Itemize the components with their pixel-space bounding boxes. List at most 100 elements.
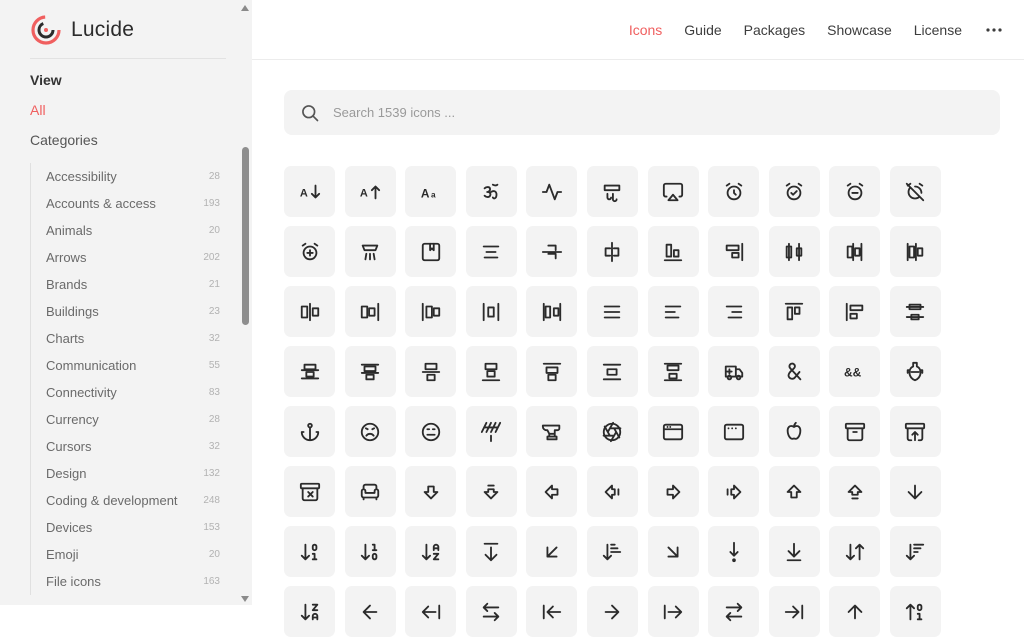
- nav-license[interactable]: License: [914, 22, 962, 38]
- icon-tile[interactable]: [768, 526, 820, 577]
- icon-tile[interactable]: [405, 286, 457, 337]
- icon-tile[interactable]: [829, 526, 881, 577]
- icon-tile[interactable]: [586, 466, 638, 517]
- scroll-down-arrow-icon[interactable]: [241, 596, 249, 602]
- icon-tile[interactable]: [526, 226, 578, 277]
- search-bar[interactable]: [284, 90, 1000, 135]
- icon-tile[interactable]: [465, 526, 517, 577]
- icon-tile[interactable]: [465, 406, 517, 457]
- category-item[interactable]: Emoji 20: [31, 541, 220, 568]
- icon-tile[interactable]: [708, 286, 760, 337]
- icon-tile[interactable]: [586, 526, 638, 577]
- icon-tile[interactable]: [465, 226, 517, 277]
- icon-tile[interactable]: [465, 286, 517, 337]
- logo[interactable]: Lucide: [30, 14, 134, 46]
- icon-tile[interactable]: [586, 346, 638, 397]
- icon-tile[interactable]: [768, 466, 820, 517]
- icon-tile[interactable]: [526, 586, 578, 637]
- icon-tile[interactable]: [284, 586, 335, 637]
- icon-tile[interactable]: [708, 406, 760, 457]
- nav-icons[interactable]: Icons: [629, 22, 662, 38]
- category-item[interactable]: File icons 163: [31, 568, 220, 595]
- icon-tile[interactable]: [889, 526, 941, 577]
- icon-tile[interactable]: [768, 166, 820, 217]
- icon-tile[interactable]: [405, 586, 457, 637]
- category-item[interactable]: Connectivity 83: [31, 379, 220, 406]
- nav-packages[interactable]: Packages: [744, 22, 805, 38]
- category-item[interactable]: Arrows 202: [31, 244, 220, 271]
- icon-tile[interactable]: [526, 526, 578, 577]
- icon-tile[interactable]: [284, 466, 335, 517]
- icon-tile[interactable]: [344, 406, 396, 457]
- category-item[interactable]: Charts 32: [31, 325, 220, 352]
- icon-tile[interactable]: Aa: [405, 166, 457, 217]
- icon-tile[interactable]: [344, 586, 396, 637]
- category-item[interactable]: Coding & development 248: [31, 487, 220, 514]
- icon-tile[interactable]: [344, 466, 396, 517]
- view-categories-link[interactable]: Categories: [30, 132, 98, 148]
- icon-tile[interactable]: [405, 406, 457, 457]
- icon-tile[interactable]: [768, 346, 820, 397]
- category-item[interactable]: Cursors 32: [31, 433, 220, 460]
- icon-tile[interactable]: [768, 406, 820, 457]
- icon-tile[interactable]: [647, 226, 699, 277]
- icon-tile[interactable]: [526, 406, 578, 457]
- nav-guide[interactable]: Guide: [684, 22, 721, 38]
- icon-tile[interactable]: [526, 466, 578, 517]
- icon-tile[interactable]: [465, 466, 517, 517]
- nav-showcase[interactable]: Showcase: [827, 22, 892, 38]
- icon-tile[interactable]: [768, 586, 820, 637]
- icon-tile[interactable]: [344, 346, 396, 397]
- icon-tile[interactable]: [708, 586, 760, 637]
- icon-tile[interactable]: &&: [829, 346, 881, 397]
- icon-tile[interactable]: [284, 526, 335, 577]
- category-item[interactable]: Devices 153: [31, 514, 220, 541]
- search-input[interactable]: [333, 105, 933, 120]
- icon-tile[interactable]: [768, 286, 820, 337]
- icon-tile[interactable]: [829, 406, 881, 457]
- icon-tile[interactable]: [284, 346, 335, 397]
- icon-tile[interactable]: [647, 346, 699, 397]
- icon-tile[interactable]: [829, 226, 881, 277]
- icon-tile[interactable]: [586, 586, 638, 637]
- icon-tile[interactable]: [405, 226, 457, 277]
- icon-tile[interactable]: [829, 166, 881, 217]
- scroll-up-arrow-icon[interactable]: [241, 5, 249, 11]
- icon-tile[interactable]: [647, 526, 699, 577]
- icon-tile[interactable]: [284, 406, 335, 457]
- icon-tile[interactable]: [708, 226, 760, 277]
- icon-tile[interactable]: [586, 406, 638, 457]
- icon-tile[interactable]: [889, 466, 941, 517]
- category-item[interactable]: Animals 20: [31, 217, 220, 244]
- icon-tile[interactable]: [647, 406, 699, 457]
- category-item[interactable]: Design 132: [31, 460, 220, 487]
- icon-tile[interactable]: A: [344, 166, 396, 217]
- category-item[interactable]: Buildings 23: [31, 298, 220, 325]
- icon-tile[interactable]: [889, 286, 941, 337]
- icon-tile[interactable]: [829, 466, 881, 517]
- icon-tile[interactable]: [829, 586, 881, 637]
- icon-tile[interactable]: [708, 166, 760, 217]
- sidebar-scrollbar[interactable]: [238, 0, 252, 605]
- icon-tile[interactable]: [708, 466, 760, 517]
- icon-tile[interactable]: [465, 166, 517, 217]
- icon-tile[interactable]: [284, 226, 335, 277]
- icon-tile[interactable]: [889, 226, 941, 277]
- icon-tile[interactable]: [586, 166, 638, 217]
- icon-tile[interactable]: [344, 286, 396, 337]
- icon-tile[interactable]: [889, 586, 941, 637]
- category-item[interactable]: Communication 55: [31, 352, 220, 379]
- icon-tile[interactable]: [586, 226, 638, 277]
- icon-tile[interactable]: [526, 346, 578, 397]
- icon-tile[interactable]: [465, 346, 517, 397]
- category-item[interactable]: Brands 21: [31, 271, 220, 298]
- icon-tile[interactable]: [647, 586, 699, 637]
- icon-tile[interactable]: [647, 166, 699, 217]
- icon-tile[interactable]: [526, 166, 578, 217]
- icon-tile[interactable]: [889, 346, 941, 397]
- category-item[interactable]: Accessibility 28: [31, 163, 220, 190]
- scroll-thumb[interactable]: [242, 147, 249, 325]
- more-horizontal-icon[interactable]: [984, 20, 1004, 40]
- category-item[interactable]: Accounts & access 193: [31, 190, 220, 217]
- icon-tile[interactable]: [647, 466, 699, 517]
